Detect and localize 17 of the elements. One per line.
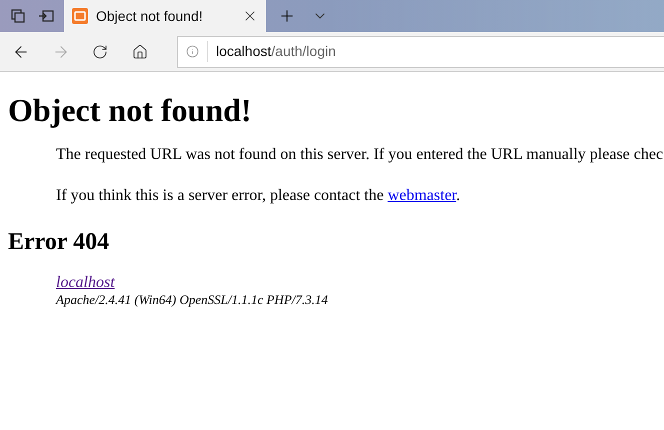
error-message: The requested URL was not found on this server. If you entered the URL manually please chec xyxy=(56,145,664,165)
refresh-icon[interactable] xyxy=(92,44,108,60)
localhost-link[interactable]: localhost xyxy=(56,274,115,292)
address-field[interactable]: localhost/auth/login xyxy=(177,36,664,68)
server-signature: Apache/2.4.41 (Win64) OpenSSL/1.1.1c PHP/7.3.14 xyxy=(56,292,328,308)
browser-tab[interactable]: Object not found! xyxy=(64,0,266,32)
set-aside-tabs-icon[interactable] xyxy=(38,10,54,22)
url-text: localhost/auth/login xyxy=(207,41,336,62)
site-logo-icon xyxy=(72,8,88,24)
info-icon xyxy=(186,45,199,58)
webmaster-link[interactable]: webmaster xyxy=(388,187,456,204)
tab-title: Object not found! xyxy=(96,6,204,26)
tab-groups-icon[interactable] xyxy=(10,9,24,23)
page-heading: Object not found! xyxy=(8,91,252,129)
contact-message: If you think this is a server error, please contact the webmaster. xyxy=(56,186,460,206)
home-icon[interactable] xyxy=(132,44,148,60)
error-code-heading: Error 404 xyxy=(8,228,110,256)
